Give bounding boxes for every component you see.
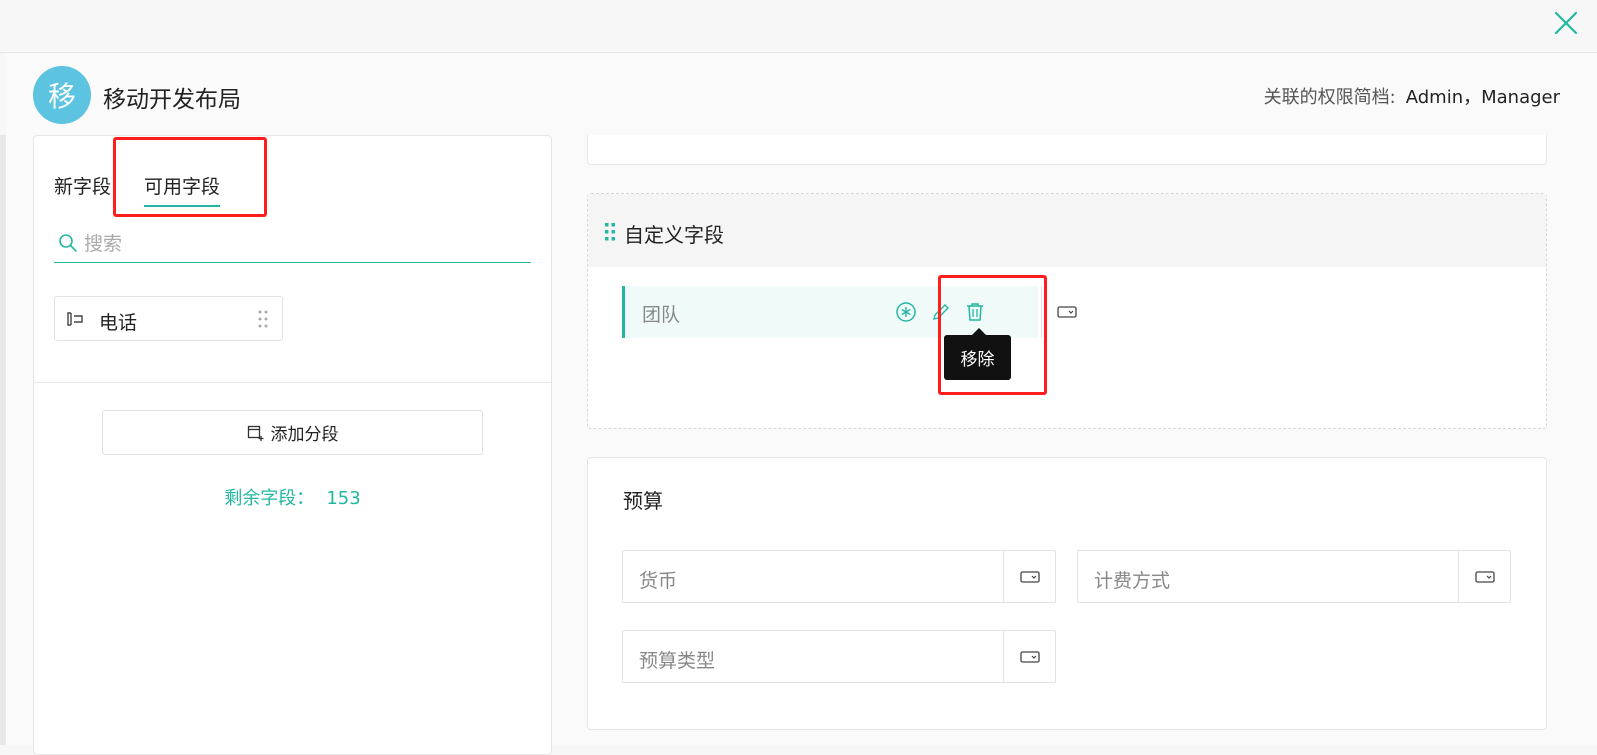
field-type-indicator xyxy=(1003,551,1055,602)
profiles-value[interactable]: Admin，Manager xyxy=(1406,87,1560,108)
drag-handle-icon[interactable] xyxy=(258,310,268,328)
custom-fields-section: 自定义字段 团队 移除 xyxy=(587,193,1547,429)
associated-profiles: 关联的权限简档: Admin，Manager xyxy=(1264,83,1560,109)
layout-avatar: 移 xyxy=(33,66,91,124)
available-field-label: 电话 xyxy=(99,312,138,334)
previous-section xyxy=(587,135,1547,165)
mandatory-icon[interactable] xyxy=(895,301,917,323)
close-icon xyxy=(1554,11,1578,35)
tab-new-fields[interactable]: 新字段 xyxy=(54,172,111,199)
profiles-label: 关联的权限简档: xyxy=(1263,87,1396,108)
add-section-label: 添加分段 xyxy=(270,425,339,445)
dropdown-field-icon xyxy=(1056,306,1077,318)
field-type-indicator xyxy=(1041,286,1091,338)
layout-header: 移 移动开发布局 关联的权限简档: Admin，Manager xyxy=(33,66,1573,124)
layout-editor-panel: 移 移动开发布局 关联的权限简档: Admin，Manager 新字段 可用字段 … xyxy=(6,53,1597,755)
field-label: 货币 xyxy=(639,570,678,592)
remaining-label: 剩余字段： xyxy=(224,488,315,509)
dropdown-field-icon xyxy=(1019,650,1040,663)
add-section-button[interactable]: 添加分段 xyxy=(102,410,483,455)
layout-field-budget-type[interactable]: 预算类型 xyxy=(622,630,1056,683)
search-icon xyxy=(59,234,77,252)
remaining-fields: 剩余字段： 153 xyxy=(34,484,551,510)
section-title: 自定义字段 xyxy=(624,223,724,247)
section-title[interactable]: 预算 xyxy=(623,485,663,514)
layout-title: 移动开发布局 xyxy=(103,87,241,113)
add-section-icon xyxy=(247,425,263,441)
remaining-count: 153 xyxy=(326,488,361,509)
layout-field-currency[interactable]: 货币 xyxy=(622,550,1056,603)
annotation-box-tab xyxy=(113,137,267,217)
dropdown-field-icon xyxy=(1474,570,1495,583)
field-type-indicator xyxy=(1003,631,1055,682)
field-label: 团队 xyxy=(642,304,681,326)
field-label: 计费方式 xyxy=(1094,570,1171,592)
layout-field-billing-method[interactable]: 计费方式 xyxy=(1077,550,1511,603)
search-input[interactable] xyxy=(84,228,524,260)
budget-section: 预算 货币 计费方式 预算类型 xyxy=(587,457,1547,730)
available-field-phone[interactable]: 电话 xyxy=(54,296,283,341)
field-type-indicator xyxy=(1458,551,1510,602)
palette-divider xyxy=(34,382,551,383)
section-drag-handle-icon[interactable] xyxy=(605,223,615,241)
field-palette: 新字段 可用字段 电话 xyxy=(33,135,552,755)
layout-canvas: 自定义字段 团队 移除 预算 货币 计费方式 预算类型 xyxy=(587,135,1547,755)
dialog-topbar xyxy=(0,0,1597,53)
field-search xyxy=(54,228,531,263)
field-label: 预算类型 xyxy=(639,650,716,672)
close-button[interactable] xyxy=(1553,10,1579,36)
section-header[interactable]: 自定义字段 xyxy=(588,194,1546,267)
annotation-box-delete xyxy=(938,275,1047,395)
dropdown-field-icon xyxy=(1019,570,1040,583)
phone-field-icon xyxy=(67,312,83,326)
